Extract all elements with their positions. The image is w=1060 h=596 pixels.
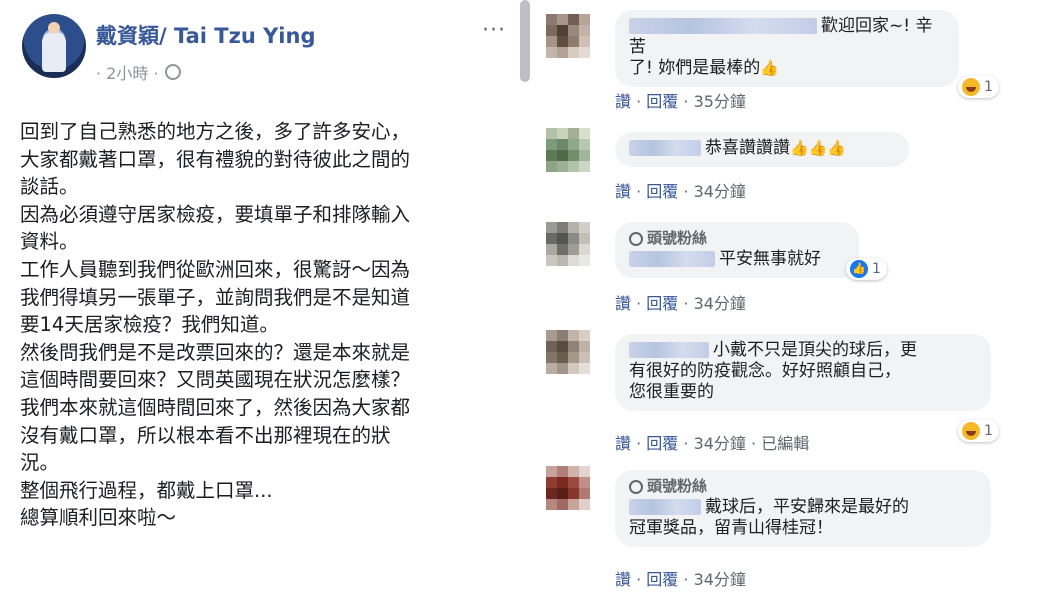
post-line: 大家都戴著口罩，很有禮貌的對待彼此之間的 <box>20 147 411 171</box>
reaction-count[interactable]: 👍 1 <box>846 258 887 280</box>
post-line: 總算順利回來啦～ <box>20 506 177 530</box>
reply-link[interactable]: 回覆 <box>646 570 678 589</box>
top-fan-badge: 頭號粉絲 <box>629 476 977 497</box>
comment-time[interactable]: 34分鐘 <box>694 434 746 453</box>
like-link[interactable]: 讚 <box>615 182 631 201</box>
comment-actions: 讚 · 回覆 · 35分鐘 <box>615 92 746 111</box>
comment-text: 恭喜讚讚讚 <box>705 138 790 158</box>
comment-time[interactable]: 34分鐘 <box>694 182 746 201</box>
post-line: 談話。 <box>20 175 79 199</box>
reply-link[interactable]: 回覆 <box>646 92 678 111</box>
globe-icon <box>164 64 181 80</box>
post-line: 因為必須遵守居家檢疫，要填單子和排隊輸入 <box>20 202 411 226</box>
commenter-name[interactable] <box>629 140 701 156</box>
haha-icon <box>962 422 980 440</box>
reply-link[interactable]: 回覆 <box>646 434 678 453</box>
comment-actions: 讚 · 回覆 · 34分鐘 · 已編輯 <box>615 434 810 453</box>
commenter-avatar[interactable] <box>546 128 590 172</box>
comment-text: 了! 妳們是最棒的 <box>629 58 761 78</box>
top-fan-icon <box>629 479 643 494</box>
commenter-avatar[interactable] <box>546 14 590 58</box>
commenter-avatar[interactable] <box>546 330 590 374</box>
reply-link[interactable]: 回覆 <box>646 294 678 313</box>
commenter-name[interactable] <box>629 499 701 515</box>
comment-text: 平安無事就好 <box>719 249 821 269</box>
comment-actions: 讚 · 回覆 · 34分鐘 <box>615 294 746 313</box>
comment-text: 有很好的防疫觀念。好好照顧自己， <box>629 361 901 381</box>
like-reaction-icon: 👍 <box>850 260 868 278</box>
comment-text: 冠軍獎品，留青山得桂冠！ <box>629 518 833 538</box>
comment-text: 小戴不只是頂尖的球后，更 <box>713 340 917 360</box>
post-body: 回到了自己熟悉的地方之後，多了許多安心， 大家都戴著口罩，很有禮貌的對待彼此之間… <box>20 118 510 532</box>
comments-panel: 歡迎回家~! 辛苦 了! 妳們是最棒的👍 1 讚 · 回覆 · 35分鐘 恭喜讚… <box>540 0 1060 596</box>
ellipsis-icon[interactable]: ··· <box>482 18 506 43</box>
comment-actions: 讚 · 回覆 · 34分鐘 <box>615 182 746 201</box>
like-link[interactable]: 讚 <box>615 294 631 313</box>
comment-bubble: 歡迎回家~! 辛苦 了! 妳們是最棒的👍 <box>615 10 959 87</box>
commenter-avatar[interactable] <box>546 222 590 266</box>
post-line: 整個飛行過程，都戴上口罩... <box>20 478 273 502</box>
like-link[interactable]: 讚 <box>615 434 631 453</box>
thumbs-up-icon: 👍👍👍 <box>790 139 847 157</box>
thumbs-up-icon: 👍 <box>760 59 779 77</box>
scrollbar[interactable] <box>520 0 530 82</box>
post-line: 我們本來就這個時間回來了，然後因為大家都 <box>20 395 411 419</box>
post-line: 況。 <box>20 451 60 475</box>
post-line: 我們得填另一張單子，並詢問我們是不是知道 <box>20 285 411 309</box>
post-meta: · 2小時 · <box>96 60 181 84</box>
post-line: 然後問我們是不是改票回來的？還是本來就是 <box>20 340 411 364</box>
comment-bubble: 恭喜讚讚讚👍👍👍 <box>615 132 909 167</box>
comment-actions: 讚 · 回覆 · 34分鐘 <box>615 570 746 589</box>
post-line: 沒有戴口罩，所以根本看不出那裡現在的狀 <box>20 423 391 447</box>
commenter-avatar[interactable] <box>546 466 590 510</box>
author-name[interactable]: 戴資穎/ Tai Tzu Ying <box>96 20 315 50</box>
commenter-name[interactable] <box>629 18 817 34</box>
edited-label[interactable]: 已編輯 <box>761 434 809 453</box>
comment-time[interactable]: 34分鐘 <box>694 570 746 589</box>
comment-time[interactable]: 34分鐘 <box>694 294 746 313</box>
like-link[interactable]: 讚 <box>615 92 631 111</box>
post-line: 要14天居家檢疫？我們知道。 <box>20 313 279 337</box>
haha-icon <box>962 78 980 96</box>
author-avatar[interactable] <box>22 14 86 78</box>
post-line: 工作人員聽到我們從歐洲回來，很驚訝～因為 <box>20 257 411 281</box>
commenter-name[interactable] <box>629 342 709 358</box>
post-panel: 戴資穎/ Tai Tzu Ying · 2小時 · ··· 回到了自己熟悉的地方… <box>0 0 520 596</box>
post-line: 回到了自己熟悉的地方之後，多了許多安心， <box>20 120 411 143</box>
top-fan-icon <box>629 231 643 246</box>
comment-text: 戴球后，平安歸來是最好的 <box>705 497 909 517</box>
reaction-count[interactable]: 1 <box>958 420 999 442</box>
reply-link[interactable]: 回覆 <box>646 182 678 201</box>
comment-time[interactable]: 35分鐘 <box>694 92 746 111</box>
top-fan-badge: 頭號粉絲 <box>629 228 845 249</box>
comment-bubble: 頭號粉絲 平安無事就好 <box>615 222 859 278</box>
post-time[interactable]: · 2小時 · <box>96 60 159 84</box>
post-line: 這個時間要回來？又問英國現在狀況怎麼樣？ <box>20 368 411 392</box>
comment-bubble: 小戴不只是頂尖的球后，更 有很好的防疫觀念。好好照顧自己， 您很重要的 <box>615 334 991 411</box>
commenter-name[interactable] <box>629 251 715 267</box>
comment-bubble: 頭號粉絲 戴球后，平安歸來是最好的 冠軍獎品，留青山得桂冠！ <box>615 470 991 547</box>
comment-text: 您很重要的 <box>629 382 714 402</box>
reaction-count[interactable]: 1 <box>958 76 999 98</box>
post-line: 資料。 <box>20 230 79 254</box>
like-link[interactable]: 讚 <box>615 570 631 589</box>
